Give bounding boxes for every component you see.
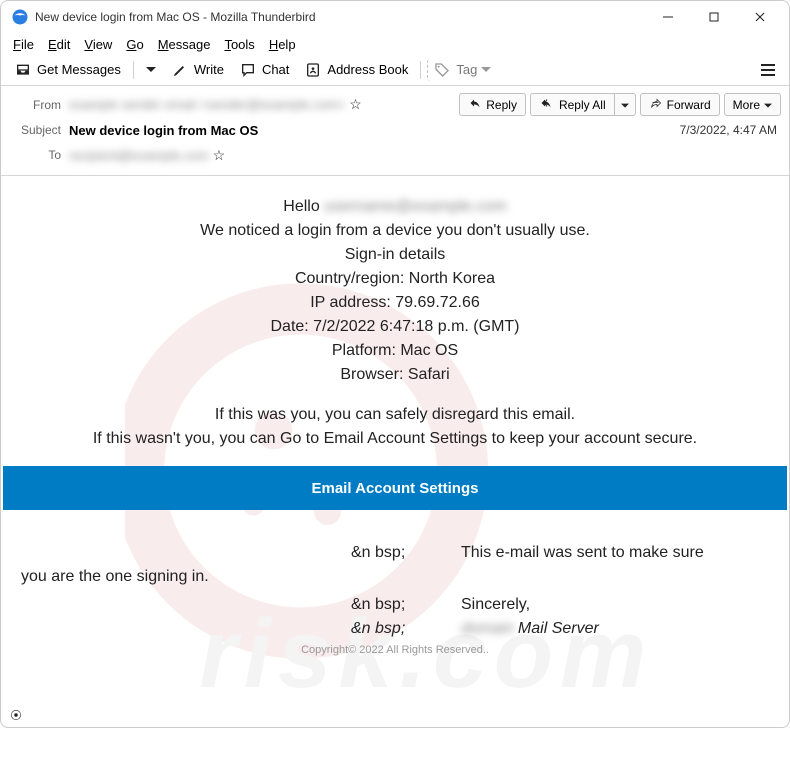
chevron-down-icon [481,67,491,73]
from-label: From [9,98,61,112]
tag-label: Tag [456,62,477,77]
window-title: New device login from Mac OS - Mozilla T… [35,10,645,24]
notice-line: We noticed a login from a device you don… [3,222,787,240]
app-menu-button[interactable] [753,63,783,77]
signin-details-title: Sign-in details [3,246,787,264]
close-button[interactable] [737,3,783,31]
more-button[interactable]: More [724,93,781,116]
inbox-icon [15,62,33,78]
write-button[interactable]: Write [164,59,232,81]
reply-all-label: Reply All [559,98,606,112]
from-value: example sender email <sender@example.com… [69,97,345,112]
tag-button[interactable]: Tag [427,59,499,81]
reply-all-dropdown[interactable] [615,93,636,116]
sent-sure-text: This e-mail was sent to make sure [461,544,704,562]
address-book-icon [305,62,323,78]
browser-line: Browser: Safari [3,366,787,384]
address-book-label: Address Book [327,62,408,77]
hello-line: Hello username@example.com [3,198,787,216]
menu-help[interactable]: Help [263,35,302,54]
to-label: To [9,148,61,162]
menu-file[interactable]: File [7,35,40,54]
menu-view[interactable]: View [78,35,118,54]
menu-edit[interactable]: Edit [42,35,76,54]
divider [133,61,134,79]
forward-button[interactable]: Forward [640,93,720,116]
reply-label: Reply [486,98,517,112]
divider [420,61,421,79]
chat-icon [240,62,258,78]
ip-line: IP address: 79.69.72.66 [3,294,787,312]
connection-icon[interactable] [9,708,23,725]
write-label: Write [194,62,224,77]
get-messages-button[interactable]: Get Messages [7,59,129,81]
hamburger-icon [760,63,776,77]
forward-icon [649,97,663,112]
footer-block: &n bsp; This e-mail was sent to make sur… [3,516,787,638]
nbsp-text: &n bsp; [351,620,411,638]
toolbar: Get Messages Write Chat Address Book Tag [1,56,789,86]
titlebar: New device login from Mac OS - Mozilla T… [1,1,789,33]
to-value: recipient@example.com [69,148,209,163]
subject-label: Subject [9,123,61,137]
reply-button[interactable]: Reply [459,93,526,116]
forward-label: Forward [667,98,711,112]
reply-all-icon [539,97,555,112]
menubar: File Edit View Go Message Tools Help [1,33,789,56]
tag-icon [434,62,452,78]
thunderbird-icon [11,8,29,26]
copyright-text: Copyright© 2022 All Rights Reserved.. [3,644,787,656]
chevron-down-icon [621,98,629,112]
menu-tools[interactable]: Tools [218,35,260,54]
sincerely-text: Sincerely, [461,596,530,614]
nbsp-text: &n bsp; [351,544,411,562]
disregard-line: If this was you, you can safely disregar… [3,406,787,424]
minimize-button[interactable] [645,3,691,31]
star-icon[interactable]: ☆ [213,147,226,164]
reply-icon [468,97,482,112]
signing-in-text: you are the one signing in. [21,568,769,586]
received-date: 7/3/2022, 4:47 AM [680,123,781,137]
nbsp-text: &n bsp; [351,596,411,614]
more-label: More [733,98,760,112]
menu-go[interactable]: Go [120,35,149,54]
reply-all-button[interactable]: Reply All [530,93,615,116]
date-line: Date: 7/2/2022 6:47:18 p.m. (GMT) [3,318,787,336]
email-account-settings-button[interactable]: Email Account Settings [3,466,787,510]
statusbar [1,705,789,727]
message-headers: From example sender email <sender@exampl… [1,86,789,176]
reply-all-group: Reply All [530,93,636,116]
chat-button[interactable]: Chat [232,59,297,81]
pencil-icon [172,62,190,78]
mail-server-text: domain Mail Server [461,620,599,638]
message-pane: risk.com Hello username@example.com We n… [1,176,789,766]
country-line: Country/region: North Korea [3,270,787,288]
platform-line: Platform: Mac OS [3,342,787,360]
chevron-down-icon [146,67,156,73]
get-messages-label: Get Messages [37,62,121,77]
chat-label: Chat [262,62,289,77]
secure-line: If this wasn't you, you can Go to Email … [3,430,787,448]
subject-value: New device login from Mac OS [69,123,258,138]
address-book-button[interactable]: Address Book [297,59,416,81]
maximize-button[interactable] [691,3,737,31]
menu-message[interactable]: Message [152,35,217,54]
get-messages-dropdown[interactable] [138,64,164,76]
star-icon[interactable]: ☆ [349,96,362,113]
chevron-down-icon [764,98,772,112]
